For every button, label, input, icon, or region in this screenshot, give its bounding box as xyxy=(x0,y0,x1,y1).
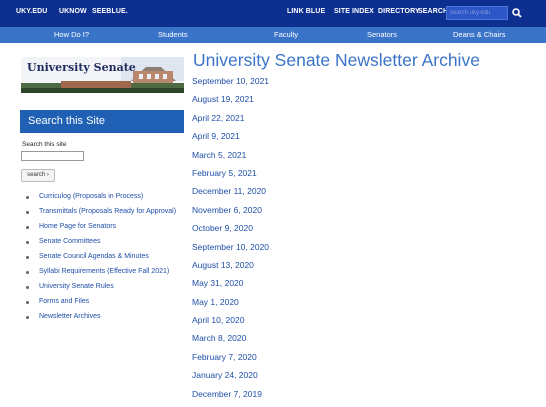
sidebar-link-label: Syllabi Requirements (Effective Fall 202… xyxy=(39,268,170,275)
sidebar-link-council-agendas[interactable]: Senate Council Agendas & Minutes xyxy=(22,253,176,268)
search-site-heading-text: Search this Site xyxy=(28,115,106,127)
site-search-button[interactable]: search › xyxy=(21,169,55,182)
bullet xyxy=(26,196,29,199)
bullet xyxy=(26,316,29,319)
newsletter-link[interactable]: September 10, 2020 xyxy=(192,242,269,260)
newsletter-link[interactable]: April 10, 2020 xyxy=(192,315,269,333)
search-site-heading: Search this Site xyxy=(20,110,184,133)
sidebar-link-label: Newsletter Archives xyxy=(39,313,101,320)
page-title: University Senate Newsletter Archive xyxy=(193,50,480,70)
sidebar-link-senators-home[interactable]: Home Page for Senators xyxy=(22,223,176,238)
bullet xyxy=(26,301,29,304)
sidebar-link-forms-files[interactable]: Forms and Files xyxy=(22,298,176,313)
nav-senators[interactable]: Senators xyxy=(367,30,397,39)
newsletter-link[interactable]: August 13, 2020 xyxy=(192,260,269,278)
sidebar-link-label: Home Page for Senators xyxy=(39,223,117,230)
sidebar-link-label: Transmittals (Proposals Ready for Approv… xyxy=(39,208,177,215)
search-label: SEARCH xyxy=(418,8,449,15)
newsletter-link[interactable]: March 8, 2020 xyxy=(192,333,269,351)
magnifier-icon[interactable] xyxy=(509,5,525,21)
bullet xyxy=(26,256,29,259)
sidebar-link-label: Curriculog (Proposals in Process) xyxy=(39,193,144,200)
newsletter-link[interactable]: December 7, 2019 xyxy=(192,389,269,407)
link-seeblue[interactable]: SEEBLUE. xyxy=(92,8,128,15)
link-site-index[interactable]: SITE INDEX xyxy=(334,8,374,15)
link-directory[interactable]: DIRECTORY xyxy=(378,8,420,15)
senate-logo-banner[interactable]: University Senate xyxy=(21,57,184,93)
newsletter-link[interactable]: October 9, 2020 xyxy=(192,223,269,241)
top-search-input[interactable]: search uky.edu xyxy=(446,6,508,20)
newsletter-link[interactable]: May 31, 2020 xyxy=(192,278,269,296)
site-search-input[interactable] xyxy=(21,151,84,161)
main-nav: How Do I? Students Faculty Senators Dean… xyxy=(0,27,546,43)
bullet xyxy=(26,241,29,244)
sidebar-links: Curriculog (Proposals in Process) Transm… xyxy=(22,193,176,328)
link-linkblue[interactable]: LINK BLUE xyxy=(287,8,325,15)
sidebar-link-label: Senate Council Agendas & Minutes xyxy=(39,253,149,260)
sidebar-link-senate-rules[interactable]: University Senate Rules xyxy=(22,283,176,298)
logo-text: University Senate xyxy=(27,61,136,74)
nav-how-do-i[interactable]: How Do I? xyxy=(54,30,89,39)
site-search-label: Search this site xyxy=(22,141,67,148)
newsletter-link[interactable]: May 1, 2020 xyxy=(192,297,269,315)
newsletter-link[interactable]: September 10, 2021 xyxy=(192,76,269,94)
sidebar-link-committees[interactable]: Senate Committees xyxy=(22,238,176,253)
sidebar-link-transmittals[interactable]: Transmittals (Proposals Ready for Approv… xyxy=(22,208,176,223)
bullet xyxy=(26,286,29,289)
link-uknow[interactable]: UKNOW xyxy=(59,8,87,15)
newsletter-link[interactable]: February 7, 2020 xyxy=(192,352,269,370)
newsletter-link[interactable]: August 19, 2021 xyxy=(192,94,269,112)
sidebar-link-label: Forms and Files xyxy=(39,298,90,305)
sidebar-link-newsletter-archives[interactable]: Newsletter Archives xyxy=(22,313,176,328)
nav-faculty[interactable]: Faculty xyxy=(274,30,298,39)
newsletter-link[interactable]: April 9, 2021 xyxy=(192,131,269,149)
nav-students[interactable]: Students xyxy=(158,30,188,39)
nav-deans-chairs[interactable]: Deans & Chairs xyxy=(453,30,506,39)
newsletter-list: September 10, 2021 August 19, 2021 April… xyxy=(192,76,269,407)
newsletter-link[interactable]: February 5, 2021 xyxy=(192,168,269,186)
newsletter-link[interactable]: January 24, 2020 xyxy=(192,370,269,388)
newsletter-link[interactable]: April 22, 2021 xyxy=(192,113,269,131)
newsletter-link[interactable]: December 11, 2020 xyxy=(192,186,269,204)
newsletter-link[interactable]: March 5, 2021 xyxy=(192,150,269,168)
newsletter-link[interactable]: November 6, 2020 xyxy=(192,205,269,223)
sidebar-link-syllabi[interactable]: Syllabi Requirements (Effective Fall 202… xyxy=(22,268,176,283)
link-ukyedu[interactable]: UKY.EDU xyxy=(16,8,47,15)
bullet xyxy=(26,211,29,214)
sidebar-link-curriculog[interactable]: Curriculog (Proposals in Process) xyxy=(22,193,176,208)
bullet xyxy=(26,226,29,229)
sidebar-link-label: University Senate Rules xyxy=(39,283,114,290)
bullet xyxy=(26,271,29,274)
sidebar-link-label: Senate Committees xyxy=(39,238,101,245)
top-bar: UKY.EDU UKNOW SEEBLUE. LINK BLUE SITE IN… xyxy=(0,0,546,27)
